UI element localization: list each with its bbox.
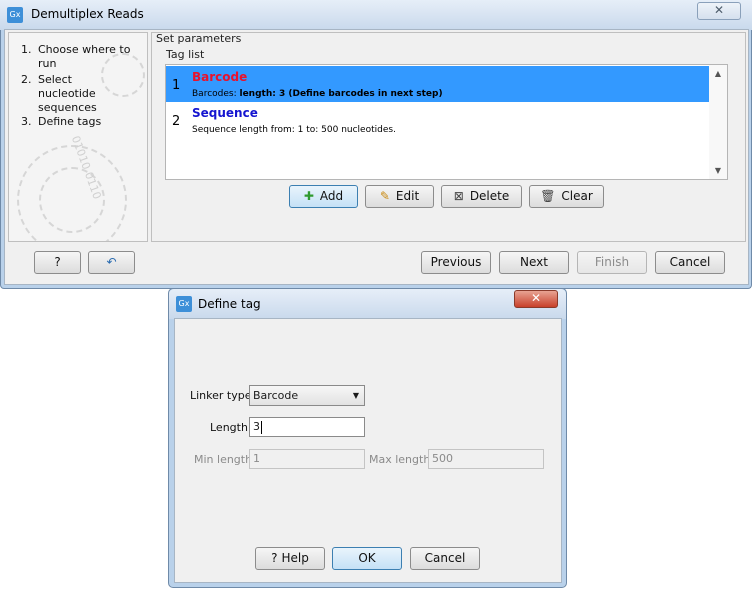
text-caret [261,420,262,434]
cancel-button[interactable]: Cancel [655,251,725,274]
step-2[interactable]: 2. Select nucleotide sequences [21,73,147,114]
dialog-title: Define tag [198,297,261,311]
step-label: Define tags [38,115,102,128]
tag-row-barcode[interactable]: 1 Barcode Barcodes: length: 3 (Define ba… [166,66,710,102]
dialog-ok-button[interactable]: OK [332,547,402,570]
delete-icon: ⊠ [453,189,464,203]
dialog-cancel-button[interactable]: Cancel [410,547,480,570]
linker-type-label: Linker type [190,389,252,402]
step-label: Choose where to run [38,43,131,70]
clear-tags-button[interactable]: 🗑 Clear [529,185,604,208]
edit-label: Edit [395,189,420,203]
tag-name: Sequence [192,106,258,120]
scroll-up-icon[interactable]: ▲ [709,69,727,78]
dialog-close-icon[interactable]: ✕ [514,290,558,308]
close-icon[interactable]: ✕ [697,2,741,20]
length-input[interactable]: 3 [249,417,365,437]
delete-tag-button[interactable]: ⊠ Delete [441,185,522,208]
tag-list-title: Tag list [166,48,205,61]
clear-icon: 🗑 [540,189,556,203]
step-number: 2. [21,73,32,86]
help-button[interactable]: ? [34,251,81,274]
max-length-input[interactable]: 500 [428,449,544,469]
tag-description: Sequence length from: 1 to: 500 nucleoti… [192,125,396,135]
finish-button[interactable]: Finish [577,251,647,274]
dialog-help-button[interactable]: ? Help [255,547,325,570]
min-length-label: Min length [194,453,253,466]
tag-name: Barcode [192,70,248,84]
reset-icon: ↶ [106,255,117,269]
edit-icon: ✎ [379,189,390,203]
wizard-steps-pane: 01010 0110 1. Choose where to run 2. Sel… [8,32,148,242]
linker-type-select[interactable]: Barcode ▼ [249,385,365,406]
next-button[interactable]: Next [499,251,569,274]
scroll-down-icon[interactable]: ▼ [709,166,727,175]
step-label: Select nucleotide sequences [38,73,97,114]
tag-list[interactable]: 1 Barcode Barcodes: length: 3 (Define ba… [165,64,728,180]
edit-tag-button[interactable]: ✎ Edit [365,185,434,208]
step-3[interactable]: 3. Define tags [21,115,147,131]
add-label: Add [319,189,344,203]
window-title: Demultiplex Reads [31,7,144,21]
tag-row-sequence[interactable]: 2 Sequence Sequence length from: 1 to: 5… [166,102,710,138]
max-length-label: Max length [369,453,431,466]
help-icon: ? [54,255,61,269]
clear-label: Clear [561,189,593,203]
tag-number: 1 [172,78,181,93]
step-number: 1. [21,43,32,56]
app-icon: Gx [7,7,23,23]
add-icon: ✚ [303,189,314,203]
step-number: 3. [21,115,32,128]
previous-button[interactable]: Previous [421,251,491,274]
help-icon: ? [271,551,278,565]
set-parameters-title: Set parameters [156,32,242,45]
delete-label: Delete [469,189,510,203]
dialog-app-icon: Gx [176,296,192,312]
step-1[interactable]: 1. Choose where to run [21,43,147,70]
length-label: Length [210,421,248,434]
reset-button[interactable]: ↶ [88,251,135,274]
linker-type-value: Barcode [253,389,299,402]
help-label: Help [281,551,309,565]
tag-number: 2 [172,114,181,129]
dropdown-arrow-icon: ▼ [352,391,359,400]
length-value: 3 [253,420,260,433]
min-length-input[interactable]: 1 [249,449,365,469]
add-tag-button[interactable]: ✚ Add [289,185,358,208]
tag-description: Barcodes: length: 3 (Define barcodes in … [192,89,443,99]
tag-list-scrollbar[interactable]: ▲ ▼ [709,65,727,179]
